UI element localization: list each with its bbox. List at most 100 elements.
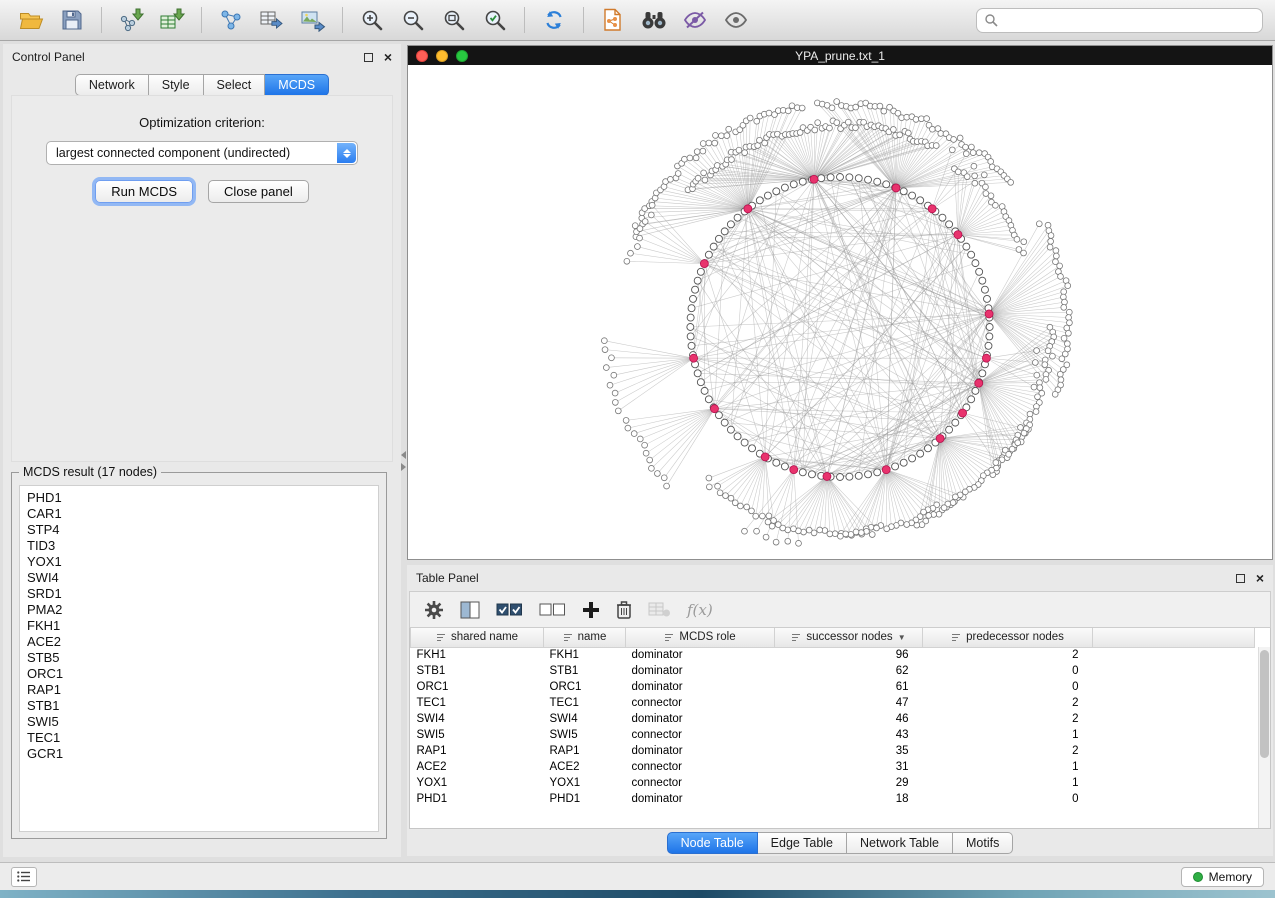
cell-successor-nodes[interactable]: 35	[775, 743, 923, 759]
cell-empty[interactable]	[1093, 727, 1255, 743]
tab-node-table[interactable]: Node Table	[667, 832, 758, 854]
table-row[interactable]: YOX1YOX1connector291	[411, 775, 1255, 791]
cell-empty[interactable]	[1093, 791, 1255, 807]
mcds-result-item[interactable]: YOX1	[27, 554, 378, 570]
show-graphics-icon[interactable]	[717, 3, 755, 37]
cell-shared-name[interactable]: YOX1	[411, 775, 544, 791]
cell-name[interactable]: SWI5	[544, 727, 626, 743]
cell-name[interactable]: ORC1	[544, 679, 626, 695]
mcds-result-item[interactable]: ACE2	[27, 634, 378, 650]
cell-predecessor-nodes[interactable]: 2	[923, 711, 1093, 727]
table-row[interactable]: ORC1ORC1dominator610	[411, 679, 1255, 695]
close-table-panel-icon[interactable]: ×	[1256, 573, 1264, 583]
tab-style[interactable]: Style	[149, 74, 204, 96]
tab-mcds[interactable]: MCDS	[265, 74, 329, 96]
cell-name[interactable]: TEC1	[544, 695, 626, 711]
show-columns-icon[interactable]	[460, 601, 480, 619]
table-row[interactable]: FKH1FKH1dominator962	[411, 647, 1255, 663]
cell-mcds-role[interactable]: dominator	[626, 791, 775, 807]
zoom-selected-icon[interactable]	[476, 3, 514, 37]
mcds-result-item[interactable]: PMA2	[27, 602, 378, 618]
cell-name[interactable]: ACE2	[544, 759, 626, 775]
cell-empty[interactable]	[1093, 711, 1255, 727]
zoom-fit-icon[interactable]	[435, 3, 473, 37]
cell-name[interactable]: PHD1	[544, 791, 626, 807]
network-graph[interactable]	[408, 65, 1272, 559]
hide-graphics-icon[interactable]	[676, 3, 714, 37]
mcds-result-item[interactable]: STB5	[27, 650, 378, 666]
cell-name[interactable]: RAP1	[544, 743, 626, 759]
cell-shared-name[interactable]: ACE2	[411, 759, 544, 775]
cell-empty[interactable]	[1093, 663, 1255, 679]
tab-select[interactable]: Select	[204, 74, 266, 96]
memory-button[interactable]: Memory	[1181, 867, 1264, 887]
cell-name[interactable]: YOX1	[544, 775, 626, 791]
cell-predecessor-nodes[interactable]: 1	[923, 759, 1093, 775]
refresh-icon[interactable]	[535, 3, 573, 37]
column-header-name[interactable]: name	[544, 628, 626, 647]
cell-shared-name[interactable]: PHD1	[411, 791, 544, 807]
tab-network-table[interactable]: Network Table	[847, 832, 953, 854]
cell-predecessor-nodes[interactable]: 0	[923, 791, 1093, 807]
cell-shared-name[interactable]: RAP1	[411, 743, 544, 759]
table-row[interactable]: SWI4SWI4dominator462	[411, 711, 1255, 727]
column-header-successor-nodes[interactable]: successor nodes▼	[775, 628, 923, 647]
zoom-out-icon[interactable]	[394, 3, 432, 37]
cell-shared-name[interactable]: STB1	[411, 663, 544, 679]
close-panel-icon[interactable]: ×	[384, 52, 392, 62]
cell-successor-nodes[interactable]: 46	[775, 711, 923, 727]
select-all-icon[interactable]	[496, 602, 523, 618]
mcds-result-item[interactable]: GCR1	[27, 746, 378, 762]
mcds-result-item[interactable]: CAR1	[27, 506, 378, 522]
mcds-result-item[interactable]: TEC1	[27, 730, 378, 746]
cell-mcds-role[interactable]: connector	[626, 759, 775, 775]
cell-successor-nodes[interactable]: 29	[775, 775, 923, 791]
tab-motifs[interactable]: Motifs	[953, 832, 1013, 854]
cell-shared-name[interactable]: SWI5	[411, 727, 544, 743]
add-column-icon[interactable]	[582, 601, 600, 619]
cell-mcds-role[interactable]: dominator	[626, 647, 775, 663]
tab-network[interactable]: Network	[75, 74, 149, 96]
cell-predecessor-nodes[interactable]: 2	[923, 743, 1093, 759]
export-table-icon[interactable]	[253, 3, 291, 37]
mcds-result-item[interactable]: STB1	[27, 698, 378, 714]
cell-mcds-role[interactable]: dominator	[626, 663, 775, 679]
table-row[interactable]: ACE2ACE2connector311	[411, 759, 1255, 775]
cell-successor-nodes[interactable]: 47	[775, 695, 923, 711]
column-header-shared-name[interactable]: shared name	[411, 628, 544, 647]
save-session-icon[interactable]	[53, 3, 91, 37]
cell-successor-nodes[interactable]: 31	[775, 759, 923, 775]
cell-mcds-role[interactable]: dominator	[626, 679, 775, 695]
new-network-icon[interactable]	[212, 3, 250, 37]
close-panel-button[interactable]: Close panel	[208, 180, 309, 203]
table-row[interactable]: STB1STB1dominator620	[411, 663, 1255, 679]
cell-mcds-role[interactable]: dominator	[626, 743, 775, 759]
cell-predecessor-nodes[interactable]: 1	[923, 727, 1093, 743]
deselect-all-icon[interactable]	[539, 602, 566, 618]
table-row[interactable]: RAP1RAP1dominator352	[411, 743, 1255, 759]
cell-mcds-role[interactable]: connector	[626, 727, 775, 743]
cell-predecessor-nodes[interactable]: 1	[923, 775, 1093, 791]
search-input[interactable]	[976, 8, 1263, 33]
delete-column-icon[interactable]	[616, 600, 632, 620]
cell-name[interactable]: STB1	[544, 663, 626, 679]
cell-mcds-role[interactable]: dominator	[626, 711, 775, 727]
zoom-in-icon[interactable]	[353, 3, 391, 37]
cell-predecessor-nodes[interactable]: 0	[923, 663, 1093, 679]
export-image-icon[interactable]	[294, 3, 332, 37]
cell-shared-name[interactable]: TEC1	[411, 695, 544, 711]
mcds-result-list[interactable]: PHD1CAR1STP4TID3YOX1SWI4SRD1PMA2FKH1ACE2…	[19, 485, 379, 832]
cell-predecessor-nodes[interactable]: 2	[923, 695, 1093, 711]
table-row[interactable]: SWI5SWI5connector431	[411, 727, 1255, 743]
cell-empty[interactable]	[1093, 759, 1255, 775]
cell-successor-nodes[interactable]: 96	[775, 647, 923, 663]
cell-empty[interactable]	[1093, 775, 1255, 791]
float-table-panel-icon[interactable]	[1236, 574, 1245, 583]
cell-successor-nodes[interactable]: 62	[775, 663, 923, 679]
scrollbar-thumb[interactable]	[1260, 650, 1269, 758]
tab-edge-table[interactable]: Edge Table	[758, 832, 847, 854]
mcds-result-item[interactable]: SWI4	[27, 570, 378, 586]
network-canvas[interactable]	[408, 65, 1272, 559]
import-network-icon[interactable]	[112, 3, 150, 37]
panel-menu-icon[interactable]	[11, 867, 37, 887]
